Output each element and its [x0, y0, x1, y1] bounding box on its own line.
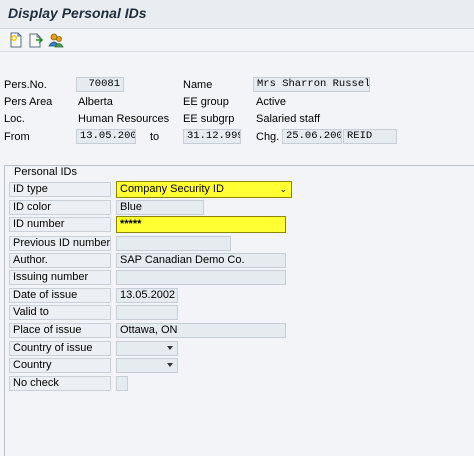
id-color-field[interactable]: Blue	[116, 200, 204, 215]
loc-value: Human Resources	[78, 113, 170, 125]
ee-subgrp-value: Salaried staff	[256, 113, 321, 125]
from-date-field: 13.05.2002	[76, 129, 136, 144]
ee-group-value: Active	[256, 96, 286, 108]
pers-no-field: 70081	[76, 77, 124, 92]
application-toolbar	[0, 29, 474, 52]
group-title: Personal IDs	[14, 166, 77, 178]
copy-icon[interactable]	[28, 32, 44, 48]
country-of-issue-label: Country of issue	[9, 341, 111, 356]
no-check-checkbox[interactable]	[116, 376, 128, 391]
id-number-field[interactable]: *****	[116, 216, 286, 233]
country-of-issue-dropdown[interactable]	[116, 341, 178, 356]
date-of-issue-field[interactable]: 13.05.2002	[116, 288, 178, 303]
place-of-issue-label: Place of issue	[9, 323, 111, 338]
to-date-field: 31.12.9999	[183, 129, 241, 144]
ee-group-label: EE group	[183, 96, 229, 108]
no-check-label: No check	[9, 376, 111, 391]
from-label: From	[4, 131, 30, 143]
overview-icon[interactable]	[48, 32, 64, 48]
name-field: Mrs Sharron Russell	[253, 77, 370, 92]
id-type-dropdown[interactable]: Company Security ID ⌄	[116, 181, 292, 198]
pers-no-label: Pers.No.	[4, 79, 47, 91]
country-dropdown[interactable]	[116, 358, 178, 373]
chg-date-field: 25.06.2002	[282, 129, 342, 144]
author-label: Author.	[9, 253, 111, 268]
id-type-value: Company Security ID	[120, 183, 224, 195]
chg-user-field: REID	[343, 129, 397, 144]
place-of-issue-field[interactable]: Ottawa, ON	[116, 323, 286, 338]
valid-to-label: Valid to	[9, 305, 111, 320]
issuing-number-field[interactable]	[116, 270, 286, 285]
chevron-down-icon[interactable]: ⌄	[279, 185, 287, 194]
personal-ids-group: Personal IDs ID type Company Security ID…	[4, 165, 474, 456]
id-color-label: ID color	[9, 200, 111, 215]
date-of-issue-label: Date of issue	[9, 288, 111, 303]
country-label: Country	[9, 358, 111, 373]
to-label: to	[150, 131, 160, 143]
valid-to-field[interactable]	[116, 305, 178, 320]
create-icon[interactable]	[8, 32, 24, 48]
title-bar: Display Personal IDs	[0, 0, 474, 29]
name-label: Name	[183, 79, 213, 91]
previous-id-number-label: Previous ID number	[9, 236, 111, 251]
id-type-label: ID type	[9, 182, 111, 197]
issuing-number-label: Issuing number	[9, 270, 111, 285]
ee-subgrp-label: EE subgrp	[183, 113, 235, 125]
id-number-label: ID number	[9, 217, 111, 232]
loc-label: Loc.	[4, 113, 25, 125]
page-title: Display Personal IDs	[8, 5, 147, 21]
chg-label: Chg.	[256, 131, 280, 143]
pers-area-label: Pers Area	[4, 96, 53, 108]
author-field[interactable]: SAP Canadian Demo Co.	[116, 253, 286, 268]
previous-id-number-field[interactable]	[116, 236, 231, 251]
header-area: Pers.No. 70081 Name Mrs Sharron Russell …	[0, 52, 474, 456]
pers-area-value: Alberta	[78, 96, 113, 108]
